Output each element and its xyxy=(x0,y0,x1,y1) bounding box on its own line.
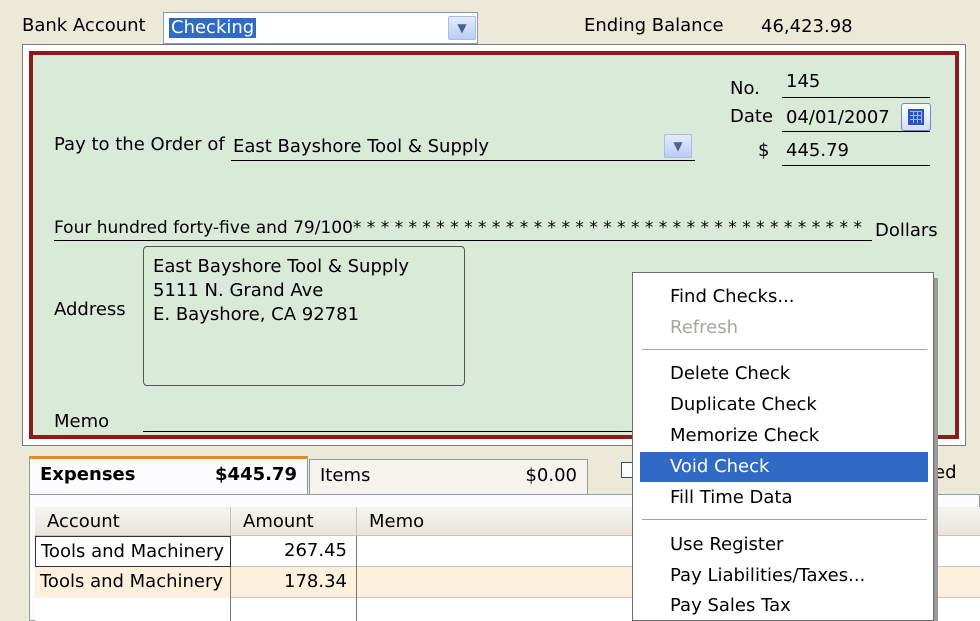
address-line: East Bayshore Tool & Supply xyxy=(153,256,409,277)
tab-items[interactable]: Items $0.00 xyxy=(309,459,588,495)
address-line: E. Bayshore, CA 92781 xyxy=(153,304,360,325)
check-number-underline xyxy=(782,97,930,98)
memo-field[interactable] xyxy=(143,431,638,432)
amount-words-underline xyxy=(54,240,872,241)
amount-in-words: Four hundred forty-five and 79/100* * * … xyxy=(54,218,862,238)
payee-underline xyxy=(231,160,695,161)
account-cell[interactable] xyxy=(35,598,231,621)
bank-account-label: Bank Account xyxy=(22,15,146,36)
ending-balance-label: Ending Balance xyxy=(584,15,724,36)
menu-item-pay-sales-tax[interactable]: Pay Sales Tax xyxy=(640,591,928,621)
menu-separator xyxy=(642,349,927,351)
menu-separator xyxy=(642,519,927,521)
amount-field[interactable]: 445.79 xyxy=(786,140,849,161)
menu-item-fill-time-data[interactable]: Fill Time Data xyxy=(640,483,928,513)
tab-expenses-label: Expenses xyxy=(40,464,136,485)
menu-item-memorize-check[interactable]: Memorize Check xyxy=(640,421,928,451)
menu-item-duplicate-check[interactable]: Duplicate Check xyxy=(640,390,928,420)
memo-label: Memo xyxy=(54,411,110,432)
menu-item-void-check[interactable]: Void Check xyxy=(640,452,928,482)
menu-item-refresh: Refresh xyxy=(670,317,738,338)
menu-item-use-register[interactable]: Use Register xyxy=(640,530,928,560)
menu-item-delete-check[interactable]: Delete Check xyxy=(640,359,928,389)
amount-cell[interactable]: 267.45 xyxy=(231,536,357,567)
amount-cell[interactable] xyxy=(231,598,357,621)
address-line: 5111 N. Grand Ave xyxy=(153,280,324,301)
ending-balance-value: 46,423.98 xyxy=(761,16,853,37)
column-header-account[interactable]: Account xyxy=(35,507,231,536)
pay-to-label: Pay to the Order of xyxy=(54,134,225,155)
tab-items-label: Items xyxy=(320,465,371,486)
tab-expenses-total: $445.79 xyxy=(215,464,297,485)
bank-account-select[interactable]: Checking ▼ xyxy=(163,12,478,44)
address-label: Address xyxy=(54,299,126,320)
account-cell[interactable]: Tools and Machinery xyxy=(35,567,231,598)
date-field[interactable]: 04/01/2007 xyxy=(786,107,890,128)
amount-underline xyxy=(782,165,930,166)
tab-expenses[interactable]: Expenses $445.79 xyxy=(29,456,308,494)
tab-items-total: $0.00 xyxy=(525,465,577,486)
address-field[interactable]: East Bayshore Tool & Supply 5111 N. Gran… xyxy=(143,246,465,386)
dollar-sign: $ xyxy=(758,140,770,161)
menu-item-find-checks[interactable]: Find Checks... xyxy=(640,282,928,312)
chevron-down-icon[interactable]: ▼ xyxy=(448,16,476,40)
context-menu: Find Checks... Refresh Delete Check Dupl… xyxy=(632,272,934,621)
payee-field[interactable]: East Bayshore Tool & Supply xyxy=(233,136,489,157)
calendar-icon[interactable] xyxy=(901,103,931,131)
dollars-label: Dollars xyxy=(875,220,938,241)
chevron-down-icon[interactable]: ▼ xyxy=(664,134,692,158)
bank-account-value: Checking xyxy=(169,17,257,38)
date-underline xyxy=(782,131,930,132)
menu-item-pay-liabilities[interactable]: Pay Liabilities/Taxes... xyxy=(640,561,928,591)
column-header-amount[interactable]: Amount xyxy=(231,507,357,536)
check-number-field[interactable]: 145 xyxy=(786,71,820,92)
amount-cell[interactable]: 178.34 xyxy=(231,567,357,598)
account-cell[interactable]: Tools and Machinery xyxy=(35,536,231,567)
date-label: Date xyxy=(730,106,774,127)
check-number-label: No. xyxy=(730,78,760,99)
